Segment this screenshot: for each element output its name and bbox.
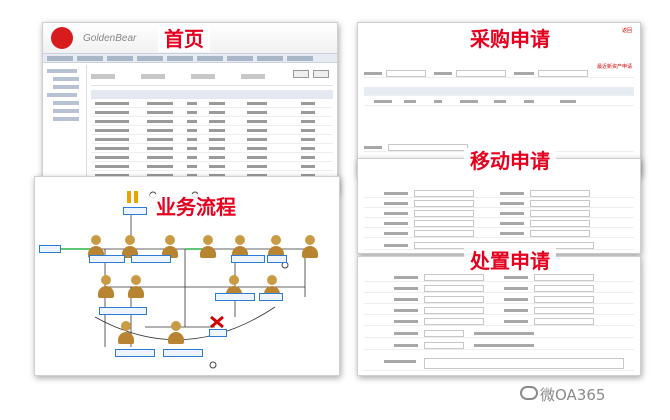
approver-person-icon[interactable] — [161, 321, 191, 351]
wechat-icon — [520, 386, 538, 400]
table-row[interactable] — [91, 153, 333, 162]
return-link[interactable]: 返回 — [622, 27, 632, 34]
task-node[interactable] — [115, 349, 155, 357]
watermark: 微OA365 — [540, 386, 606, 404]
bear-logo-icon — [51, 27, 73, 49]
task-node-submit[interactable] — [123, 207, 147, 215]
table-row[interactable] — [91, 108, 333, 117]
table-row[interactable] — [91, 162, 333, 171]
task-node[interactable] — [99, 307, 147, 315]
task-node[interactable] — [231, 255, 265, 263]
new-button[interactable] — [313, 70, 329, 78]
approver-person-icon[interactable] — [295, 235, 325, 265]
delete-button[interactable] — [293, 70, 309, 78]
table-row[interactable] — [91, 117, 333, 126]
caption-mobile: 移动申请 — [464, 148, 556, 174]
table-row[interactable] — [91, 126, 333, 135]
approver-person-icon[interactable] — [121, 275, 151, 305]
table-row[interactable] — [91, 99, 333, 108]
grid-header — [91, 90, 333, 99]
caption-dispose: 处置申请 — [464, 248, 556, 274]
caption-home: 首页 — [158, 26, 210, 52]
approver-person-icon[interactable] — [111, 321, 141, 351]
table-row[interactable] — [91, 135, 333, 144]
task-node[interactable] — [131, 255, 171, 263]
task-node[interactable] — [89, 255, 125, 263]
task-node[interactable] — [163, 349, 203, 357]
start-node[interactable] — [39, 245, 61, 253]
caption-purchase: 采购申请 — [464, 26, 556, 52]
task-node[interactable] — [267, 255, 287, 263]
search-bar[interactable] — [91, 68, 333, 86]
disposal-request-screenshot — [357, 256, 641, 376]
top-nav[interactable] — [43, 53, 337, 63]
end-node[interactable] — [209, 329, 227, 337]
table-row[interactable] — [91, 144, 333, 153]
side-tree[interactable] — [43, 65, 87, 193]
task-node[interactable] — [259, 293, 283, 301]
brand-name: GoldenBear — [83, 33, 137, 44]
task-node[interactable] — [215, 293, 255, 301]
approver-person-icon[interactable] — [193, 235, 223, 265]
approver-person-icon[interactable] — [91, 275, 121, 305]
caption-flow: 业务流程 — [150, 194, 242, 220]
